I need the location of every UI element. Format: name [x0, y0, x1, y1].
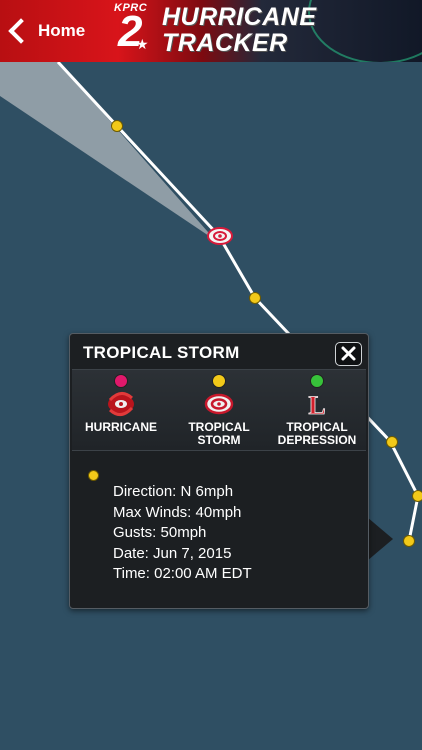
detail-max-winds: Max Winds: 40mph [113, 503, 242, 521]
legend-item-tropical-storm: TROPICAL STORM [170, 370, 268, 450]
star-icon: ★ [136, 36, 149, 52]
depression-symbol-text: L [308, 391, 325, 418]
storm-type-legend: HURRICANE TROPICAL STORM L TROPICAL DEPR… [72, 369, 366, 451]
close-icon [341, 346, 356, 361]
forecast-cone [0, 62, 215, 240]
hurricane-icon [108, 392, 134, 416]
legend-label-hurricane: HURRICANE [72, 421, 170, 434]
track-point[interactable] [386, 436, 398, 448]
popup-pointer [367, 517, 393, 561]
app-title-line2: TRACKER [162, 29, 288, 57]
chevron-left-icon [8, 18, 34, 44]
legend-label-line2: DEPRESSION [277, 433, 357, 447]
detail-direction: Direction: N 6mph [113, 483, 234, 500]
close-button[interactable] [335, 342, 362, 366]
home-button[interactable]: Home [6, 14, 85, 48]
popup-title: TROPICAL STORM [83, 343, 240, 362]
tropical-storm-icon [204, 393, 234, 415]
detail-gusts: Gusts: 50mph [113, 524, 207, 541]
legend-item-hurricane: HURRICANE [72, 370, 170, 450]
tropical-depression-dot [310, 374, 324, 388]
legend-label-line2: STORM [197, 433, 241, 447]
selected-point-dot [88, 470, 99, 481]
app-title: HURRICANE TRACKER [162, 4, 317, 56]
kprc-logo: KPRC 2 ★ [108, 2, 160, 58]
home-button-label: Home [38, 21, 86, 40]
track-point[interactable] [249, 292, 261, 304]
legend-label-tropical-storm: TROPICAL STORM [170, 421, 268, 447]
tropical-storm-dot [212, 374, 226, 388]
detail-time: Time: 02:00 AM EDT [113, 565, 252, 582]
tropical-storm-icon[interactable] [207, 227, 233, 245]
legend-label-line1: HURRICANE [85, 420, 157, 434]
track-point-selected[interactable] [403, 535, 415, 547]
storm-details: Direction: N 6mph Max Winds: 40mph Gusts… [113, 482, 252, 585]
storm-info-popup: TROPICAL STORM HURRICANE TROPICAL STORM … [69, 333, 369, 609]
app-title-line1: HURRICANE [162, 3, 317, 31]
header-decoration [308, 0, 422, 62]
track-point[interactable] [412, 490, 422, 502]
tropical-depression-icon: L [308, 391, 326, 418]
legend-label-tropical-depression: TROPICAL DEPRESSION [268, 421, 366, 447]
detail-date: Date: Jun 7, 2015 [113, 544, 232, 562]
hurricane-dot [114, 374, 128, 388]
legend-item-tropical-depression: L TROPICAL DEPRESSION [268, 370, 366, 450]
track-point[interactable] [111, 120, 123, 132]
app-header: Home KPRC 2 ★ HURRICANE TRACKER [0, 0, 422, 62]
